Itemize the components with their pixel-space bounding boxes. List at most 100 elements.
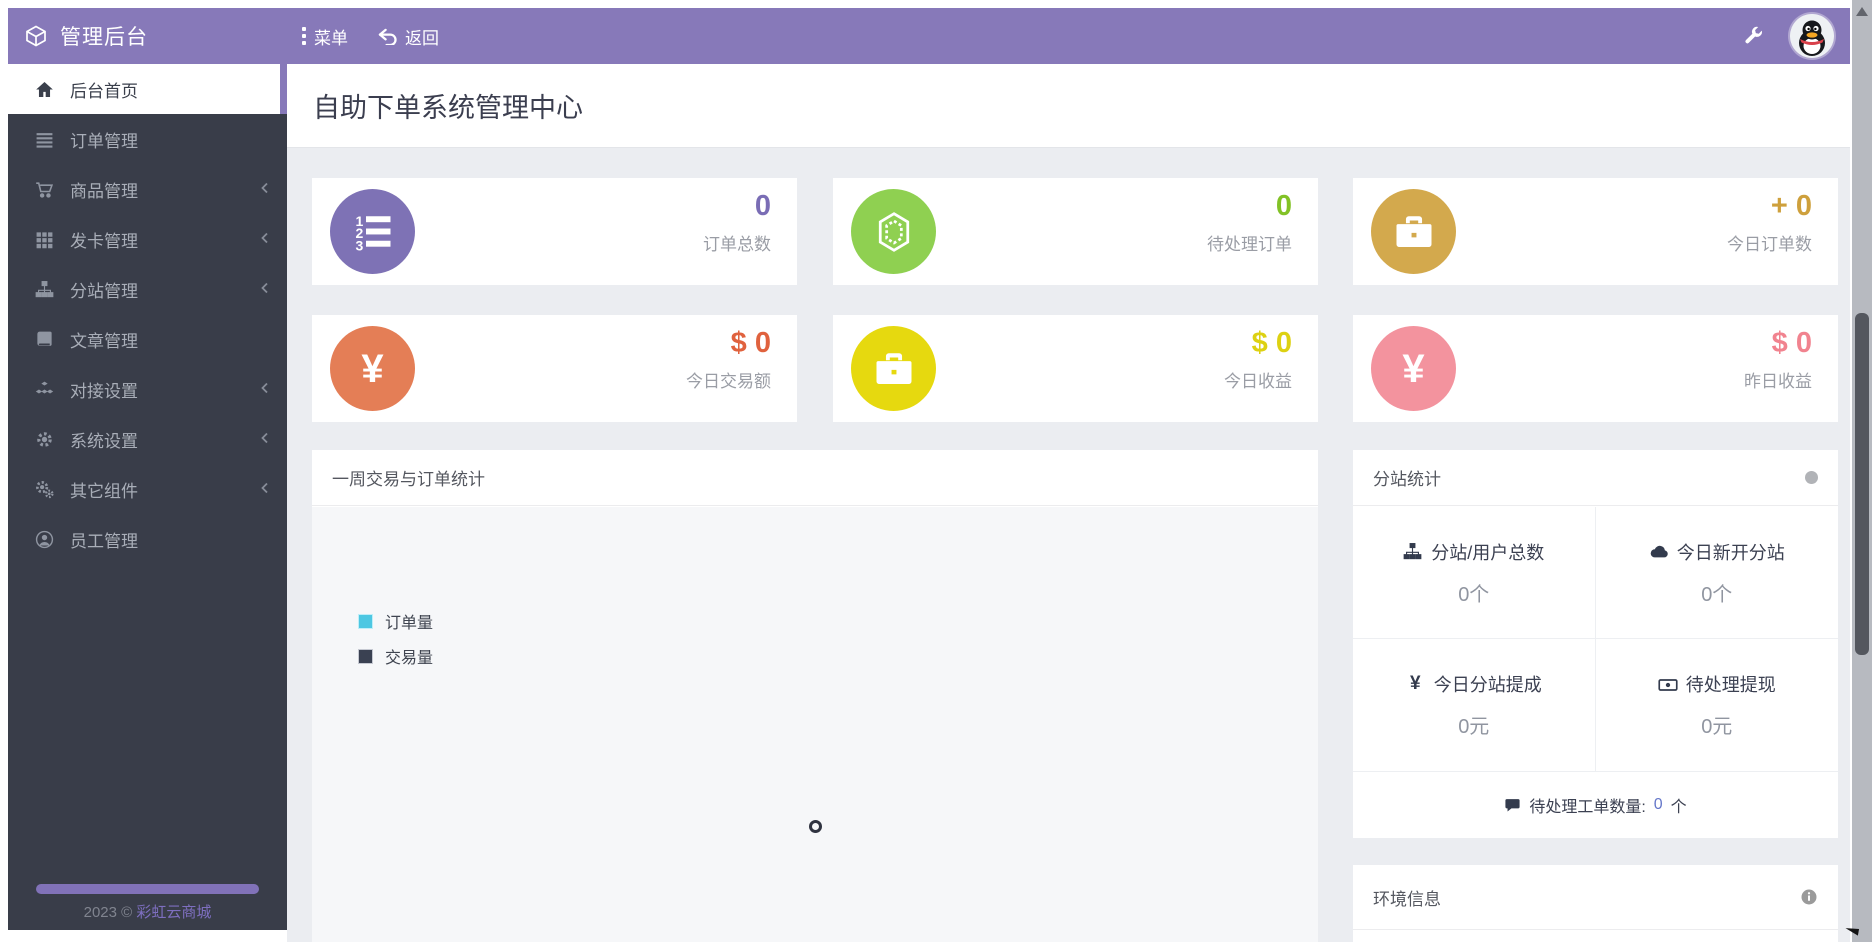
main-content: 自助下单系统管理中心 1 2 3 0 订单总数 0 待处理订单 + 0 今日订单… [287,64,1850,942]
mouse-cursor [1842,918,1860,936]
brand-link[interactable]: 彩虹云商城 [136,904,211,921]
chevron-left-icon [259,382,271,394]
stat-card-today-profit: $ 0 今日收益 [833,315,1318,422]
sidebar-item-orders[interactable]: 订单管理 [8,114,287,164]
sidebar: 后台首页 订单管理 商品管理 发卡管理 分站管理 文章管理 对接设置 系统设置 … [8,64,287,930]
stat-card-today-volume: ¥ $ 0 今日交易额 [312,315,797,422]
stat-label: 今日交易额 [686,372,771,391]
menu-button[interactable]: 菜单 [287,8,363,64]
environment-panel: 环境信息 [1353,865,1838,942]
chevron-left-icon [259,282,271,294]
substation-panel-title: 分站统计 [1373,470,1441,489]
return-arrow-icon [378,28,397,45]
sidebar-item-other-components[interactable]: 其它组件 [8,464,287,514]
legend-swatch [358,613,373,629]
page-title: 自助下单系统管理中心 [313,93,583,123]
substation-stats-panel: 分站统计 分站/用户总数 0个 今日新开分站 0个 ¥ 今日分站提成 0元 待处… [1353,450,1838,838]
brand[interactable]: 管理后台 [8,8,287,64]
cell-value: 0元 [1701,716,1733,738]
sidebar-item-system-settings[interactable]: 系统设置 [8,414,287,464]
admin-dashboard: 管理后台 菜单 返回 后台首页 订单管理 商品管理 发卡管理 分站管理 文章管理… [0,0,1872,942]
status-dot-icon [1805,471,1818,484]
sitemap-icon [1403,542,1422,561]
legend-item-orders[interactable]: 订单量 [358,609,433,633]
sitemap-icon [35,280,54,299]
sidebar-item-label: 订单管理 [70,131,138,151]
stat-value: $ 0 [1251,327,1292,359]
page-header: 自助下单系统管理中心 [287,64,1850,148]
wrench-icon[interactable] [1742,25,1764,47]
info-circle-icon[interactable] [1800,888,1818,906]
workorder-row: 待处理工单数量: 0 个 [1353,771,1838,838]
cell-label: 今日分站提成 [1433,675,1542,695]
stat-label: 今日收益 [1224,372,1292,391]
vertical-dots-icon [302,27,306,45]
cart-icon [35,180,54,199]
loading-spinner-icon [809,820,822,833]
svg-text:3: 3 [355,237,363,253]
sidebar-item-label: 系统设置 [70,431,138,451]
stat-value: $ 0 [1771,327,1812,359]
stat-card-yesterday-profit: ¥ $ 0 昨日收益 [1353,315,1838,422]
stat-value: $ 0 [730,327,771,359]
environment-panel-title: 环境信息 [1373,889,1441,909]
stat-label: 待处理订单 [1207,235,1292,254]
cell-today-commission: ¥ 今日分站提成 0元 [1353,639,1596,771]
menu-button-label: 菜单 [314,28,348,48]
cell-value: 0元 [1458,716,1490,738]
sidebar-item-label: 对接设置 [70,381,138,401]
chart-panel-title: 一周交易与订单统计 [332,470,485,489]
stat-value: 0 [754,190,771,222]
cell-new-substations: 今日新开分站 0个 [1595,507,1838,639]
stat-label: 今日订单数 [1727,235,1812,254]
workorder-value[interactable]: 0 [1654,796,1663,814]
sidebar-item-label: 其它组件 [70,481,138,501]
stat-value: + 0 [1770,190,1812,222]
chart-legend: 订单量 交易量 [358,609,433,679]
scrollbar[interactable] [1852,0,1872,942]
legend-swatch [358,648,373,664]
stat-label: 昨日收益 [1744,372,1812,391]
workorder-unit: 个 [1670,799,1687,816]
user-circle-icon [35,530,54,549]
sidebar-item-label: 分站管理 [70,281,138,301]
sidebar-accent-bar [36,884,259,894]
sidebar-item-label: 文章管理 [70,331,138,351]
yen-icon: ¥ [1371,326,1456,411]
scroll-up-arrow-icon[interactable] [1856,7,1868,16]
copyright-year: 2023 © [83,904,133,921]
chart-area: 订单量 交易量 [312,507,1318,942]
cubes-icon [35,380,54,399]
gears-icon [35,480,54,499]
sidebar-item-cards[interactable]: 发卡管理 [8,214,287,264]
sidebar-item-integrations[interactable]: 对接设置 [8,364,287,414]
substation-grid: 分站/用户总数 0个 今日新开分站 0个 ¥ 今日分站提成 0元 待处理提现 0… [1353,507,1838,771]
cloud-icon [1649,542,1668,561]
chart-panel-header: 一周交易与订单统计 [312,450,1318,506]
sidebar-item-products[interactable]: 商品管理 [8,164,287,214]
sidebar-item-label: 发卡管理 [70,231,138,251]
home-icon [35,80,54,99]
yen-icon: ¥ [1409,673,1421,694]
gear-icon [35,430,54,449]
back-button[interactable]: 返回 [363,8,454,64]
sidebar-item-label: 商品管理 [70,181,138,201]
legend-item-trades[interactable]: 交易量 [358,644,433,668]
app-title: 管理后台 [60,26,148,49]
stat-card-total-orders: 1 2 3 0 订单总数 [312,178,797,285]
sidebar-item-home[interactable]: 后台首页 [8,64,287,114]
sidebar-item-substations[interactable]: 分站管理 [8,264,287,314]
legend-label: 订单量 [385,615,434,632]
user-avatar[interactable] [1790,14,1834,58]
stat-value: 0 [1275,190,1292,222]
cube-icon [851,189,936,274]
cell-value: 0个 [1701,583,1733,606]
scrollbar-thumb[interactable] [1855,313,1869,655]
weekly-chart-panel: 一周交易与订单统计 订单量 交易量 [312,450,1318,942]
sidebar-item-staff[interactable]: 员工管理 [8,514,287,564]
book-icon [35,330,54,349]
stat-card-pending-orders: 0 待处理订单 [833,178,1318,285]
stat-label: 订单总数 [703,235,771,254]
briefcase-icon [1371,189,1456,274]
sidebar-item-articles[interactable]: 文章管理 [8,314,287,364]
